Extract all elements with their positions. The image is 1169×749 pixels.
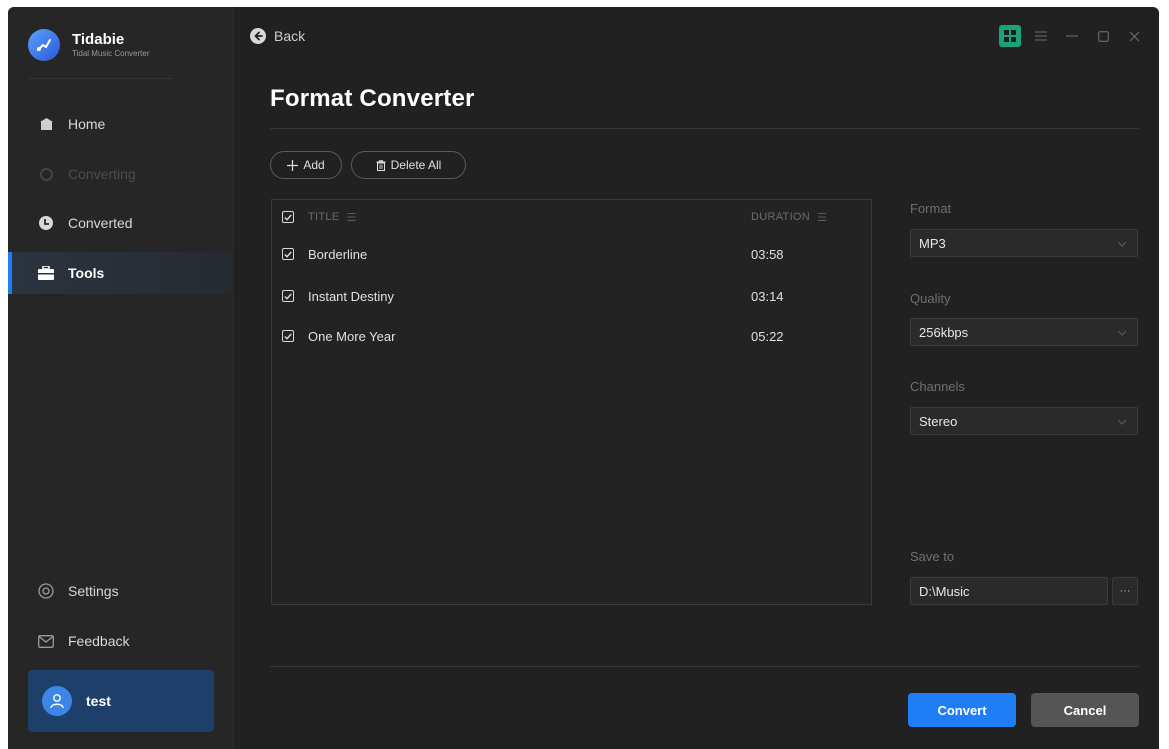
column-header-duration[interactable]: DURATION ☰ (751, 211, 827, 224)
chevron-down-icon (1117, 326, 1127, 341)
app-name: Tidabie (72, 31, 125, 48)
save-to-label: Save to (910, 549, 955, 564)
channels-label: Channels (910, 379, 965, 394)
table-row[interactable]: Instant Destiny 03:14 (272, 276, 871, 316)
track-duration: 05:22 (751, 328, 784, 344)
app-window: Tidabie Tidal Music Converter Home Conve… (8, 7, 1159, 749)
track-duration: 03:14 (751, 288, 784, 304)
toolbox-icon (38, 265, 54, 281)
converting-icon (38, 166, 54, 182)
channels-select[interactable]: Stereo (910, 407, 1138, 435)
bottom-divider (270, 666, 1139, 667)
quality-value: 256kbps (919, 324, 969, 340)
column-header-title[interactable]: TITLE ☰ (308, 211, 357, 224)
sidebar-item-label: Tools (68, 265, 105, 281)
clock-icon (38, 215, 54, 231)
row-checkbox[interactable] (282, 248, 294, 260)
title-divider (270, 128, 1139, 129)
sidebar-item-label: Feedback (68, 633, 130, 649)
track-table: TITLE ☰ DURATION ☰ Borderline 03:58 Instan… (271, 199, 872, 605)
save-path-value: D:\Music (919, 583, 970, 599)
window-controls (990, 25, 1145, 47)
quality-select[interactable]: 256kbps (910, 318, 1138, 346)
convert-label: Convert (937, 702, 987, 718)
sidebar-item-settings[interactable]: Settings (8, 570, 234, 612)
mail-icon (38, 633, 54, 649)
format-label: Format (910, 201, 952, 216)
sidebar-item-label: Converted (68, 215, 133, 231)
cancel-label: Cancel (1063, 702, 1107, 718)
sidebar-item-label: Settings (68, 583, 119, 599)
cancel-button[interactable]: Cancel (1031, 693, 1139, 727)
format-value: MP3 (919, 235, 946, 251)
brand-divider (28, 78, 173, 79)
topbar: Back (234, 7, 1159, 63)
quality-label: Quality (910, 291, 951, 306)
delete-all-label: Delete All (390, 158, 442, 172)
add-button[interactable]: Add (270, 151, 342, 179)
plus-icon (287, 159, 299, 171)
back-arrow-icon (250, 28, 266, 44)
select-all-checkbox[interactable] (282, 211, 294, 223)
app-subtitle: Tidal Music Converter (72, 49, 150, 58)
more-icon: ··· (1119, 585, 1131, 597)
sidebar-item-home[interactable]: Home (8, 103, 234, 145)
trash-icon (376, 159, 386, 171)
chevron-down-icon (1117, 237, 1127, 252)
user-name: test (86, 693, 111, 709)
table-row[interactable]: One More Year 05:22 (272, 316, 871, 356)
user-icon (42, 686, 72, 716)
sidebar-item-label: Converting (68, 166, 136, 182)
grid-view-icon[interactable] (999, 25, 1021, 47)
gear-icon (38, 583, 54, 599)
menu-icon[interactable] (1030, 25, 1052, 47)
track-title: Borderline (308, 246, 368, 262)
close-icon[interactable] (1123, 25, 1145, 47)
row-checkbox[interactable] (282, 290, 294, 302)
browse-button[interactable]: ··· (1112, 577, 1138, 605)
maximize-icon[interactable] (1092, 25, 1114, 47)
user-card[interactable]: test (28, 670, 214, 732)
add-label: Add (303, 158, 325, 172)
channels-value: Stereo (919, 413, 958, 429)
sidebar-item-converting: Converting (8, 153, 234, 195)
sidebar: Tidabie Tidal Music Converter Home Conve… (8, 7, 234, 749)
sort-icon: ☰ (346, 211, 357, 224)
sidebar-item-feedback[interactable]: Feedback (8, 620, 234, 662)
delete-all-button[interactable]: Delete All (351, 151, 466, 179)
chevron-down-icon (1117, 415, 1127, 430)
table-header: TITLE ☰ DURATION ☰ (272, 200, 871, 234)
convert-button[interactable]: Convert (908, 693, 1016, 727)
save-path-input[interactable]: D:\Music (910, 577, 1108, 605)
app-logo-icon (28, 29, 60, 61)
sidebar-item-label: Home (68, 116, 106, 132)
track-title: Instant Destiny (308, 288, 394, 304)
back-label: Back (274, 28, 306, 44)
sidebar-item-converted[interactable]: Converted (8, 202, 234, 244)
home-icon (38, 116, 54, 132)
sort-icon: ☰ (817, 211, 828, 224)
minimize-icon[interactable] (1061, 25, 1083, 47)
table-row[interactable]: Borderline 03:58 (272, 234, 871, 274)
track-duration: 03:58 (751, 246, 784, 262)
brand: Tidabie Tidal Music Converter (28, 29, 150, 61)
page-title: Format Converter (270, 85, 475, 112)
sidebar-item-tools[interactable]: Tools (8, 252, 234, 294)
track-title: One More Year (308, 328, 396, 344)
row-checkbox[interactable] (282, 330, 294, 342)
back-button[interactable]: Back (250, 28, 305, 44)
format-select[interactable]: MP3 (910, 229, 1138, 257)
main-panel: Back Format Converter Add Delete All TIT… (234, 7, 1159, 749)
